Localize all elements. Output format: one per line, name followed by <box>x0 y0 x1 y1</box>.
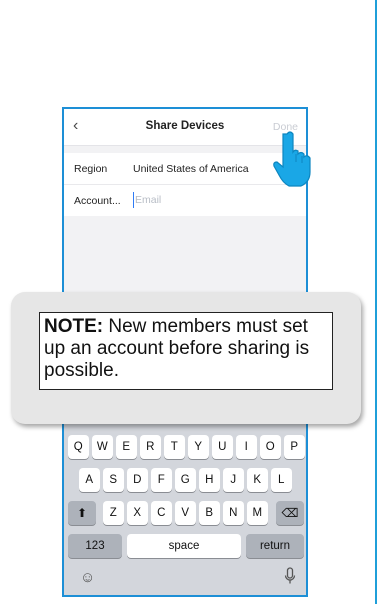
key-o[interactable]: O <box>260 435 281 459</box>
key-h[interactable]: H <box>199 468 220 492</box>
key-z[interactable]: Z <box>103 501 124 525</box>
email-field[interactable] <box>133 192 285 208</box>
key-p[interactable]: P <box>284 435 305 459</box>
numbers-key[interactable]: 123 <box>68 534 122 558</box>
region-value: United States of America <box>133 163 249 175</box>
region-label: Region <box>74 163 108 175</box>
key-l[interactable]: L <box>271 468 292 492</box>
microphone-icon[interactable] <box>284 567 296 588</box>
note-box: NOTE: New members must set up an account… <box>39 312 333 390</box>
account-row: Account... <box>64 185 306 216</box>
region-row[interactable]: Region United States of America <box>64 153 306 185</box>
key-m[interactable]: M <box>247 501 268 525</box>
emoji-icon[interactable]: ☺ <box>80 569 95 586</box>
keyboard: 123 space return ⬆ ⌫ ☺ QWERTYUIOP ASDFGHJ… <box>64 395 306 595</box>
key-g[interactable]: G <box>175 468 196 492</box>
key-v[interactable]: V <box>175 501 196 525</box>
page-title: Share Devices <box>145 120 225 132</box>
key-j[interactable]: J <box>223 468 244 492</box>
key-r[interactable]: R <box>140 435 161 459</box>
note-heading: NOTE: <box>44 316 104 337</box>
key-f[interactable]: F <box>151 468 172 492</box>
key-c[interactable]: C <box>151 501 172 525</box>
side-rule <box>375 0 377 604</box>
key-s[interactable]: S <box>103 468 124 492</box>
return-key[interactable]: return <box>246 534 304 558</box>
key-u[interactable]: U <box>212 435 233 459</box>
key-k[interactable]: K <box>247 468 268 492</box>
key-n[interactable]: N <box>223 501 244 525</box>
key-i[interactable]: I <box>236 435 257 459</box>
key-e[interactable]: E <box>116 435 137 459</box>
key-t[interactable]: T <box>164 435 185 459</box>
space-key[interactable]: space <box>127 534 241 558</box>
note-callout: NOTE: New members must set up an account… <box>11 292 361 424</box>
key-x[interactable]: X <box>127 501 148 525</box>
key-q[interactable]: Q <box>68 435 89 459</box>
key-d[interactable]: D <box>127 468 148 492</box>
key-b[interactable]: B <box>199 501 220 525</box>
key-a[interactable]: A <box>79 468 100 492</box>
account-label: Account... <box>74 195 121 207</box>
key-w[interactable]: W <box>92 435 113 459</box>
pointing-hand-icon <box>273 131 311 187</box>
shift-icon[interactable]: ⬆ <box>68 501 96 525</box>
backspace-icon[interactable]: ⌫ <box>276 501 304 525</box>
nav-bar: ‹ Share Devices Done <box>64 109 306 146</box>
key-y[interactable]: Y <box>188 435 209 459</box>
